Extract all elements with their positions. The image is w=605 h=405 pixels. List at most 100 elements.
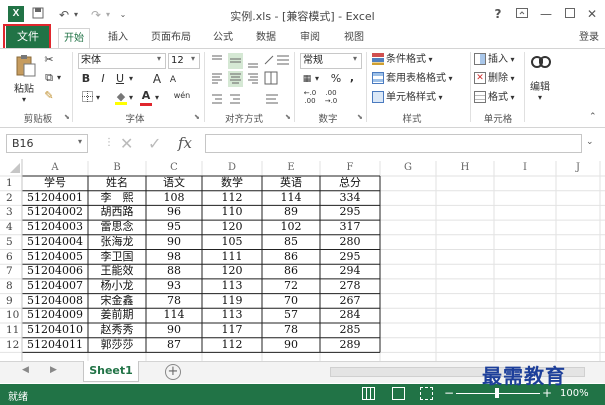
- cell-d2[interactable]: 112: [202, 191, 262, 206]
- new-sheet-button[interactable]: +: [165, 364, 181, 380]
- borders-dropdown-icon[interactable]: ▾: [95, 91, 101, 106]
- font-size-dropdown-arrow-icon[interactable]: ▾: [191, 54, 195, 63]
- cell-styles-button[interactable]: 单元格样式 ▾: [372, 90, 443, 105]
- column-header-d[interactable]: D: [202, 161, 262, 175]
- bold-button[interactable]: B: [80, 72, 92, 87]
- number-format-dropdown-arrow-icon[interactable]: ▾: [353, 54, 357, 63]
- accounting-dropdown-icon[interactable]: ▾: [314, 72, 320, 87]
- row-header[interactable]: 6: [2, 250, 22, 265]
- sheet-tab-sheet1[interactable]: Sheet1: [83, 361, 139, 382]
- cell-e4[interactable]: 102: [262, 220, 320, 235]
- ribbon-display-options-icon[interactable]: [510, 5, 534, 23]
- cell-e6[interactable]: 86: [262, 250, 320, 265]
- cell-b7[interactable]: 王能效: [88, 264, 146, 279]
- cell-b4[interactable]: 雷思念: [88, 220, 146, 235]
- fill-color-icon[interactable]: ◆: [114, 90, 128, 105]
- italic-button[interactable]: I: [97, 72, 109, 87]
- cell-c4[interactable]: 95: [146, 220, 202, 235]
- cell-a4[interactable]: 51204003: [22, 220, 88, 235]
- close-button[interactable]: ✕: [580, 5, 604, 23]
- scroll-sheets-right-icon[interactable]: ▶: [50, 365, 57, 375]
- name-box[interactable]: B16: [6, 134, 88, 153]
- cell-c10[interactable]: 114: [146, 308, 202, 323]
- cell-a3[interactable]: 51204002: [22, 205, 88, 220]
- conditional-formatting-button[interactable]: 条件格式 ▾: [372, 52, 433, 67]
- expand-formula-bar-icon[interactable]: ⌄: [586, 137, 594, 147]
- grow-font-button[interactable]: A: [152, 72, 162, 87]
- cell-d8[interactable]: 113: [202, 279, 262, 294]
- name-box-dropdown-icon[interactable]: ▾: [78, 137, 82, 146]
- cell-f1[interactable]: 总分: [320, 176, 380, 191]
- cell-f4[interactable]: 317: [320, 220, 380, 235]
- cell-b12[interactable]: 郭莎莎: [88, 338, 146, 353]
- cell-d12[interactable]: 112: [202, 338, 262, 353]
- row-header[interactable]: 8: [2, 279, 22, 294]
- row-header[interactable]: 4: [2, 220, 22, 235]
- cell-e8[interactable]: 72: [262, 279, 320, 294]
- row-header[interactable]: 7: [2, 264, 22, 279]
- font-color-dropdown-icon[interactable]: ▾: [154, 91, 160, 106]
- paste-dropdown-icon[interactable]: ▾: [22, 95, 26, 104]
- cell-f7[interactable]: 294: [320, 264, 380, 279]
- cell-e10[interactable]: 57: [262, 308, 320, 323]
- cell-c8[interactable]: 93: [146, 279, 202, 294]
- font-launcher-icon[interactable]: ⬊: [194, 113, 200, 121]
- cell-d1[interactable]: 数学: [202, 176, 262, 191]
- cell-f6[interactable]: 295: [320, 250, 380, 265]
- cell-f9[interactable]: 267: [320, 294, 380, 309]
- tab-home[interactable]: 开始: [58, 28, 90, 49]
- cell-e1[interactable]: 英语: [262, 176, 320, 191]
- row-header[interactable]: 5: [2, 235, 22, 250]
- increase-decimal-icon[interactable]: ←.0.00: [301, 89, 319, 105]
- tab-page-layout[interactable]: 页面布局: [146, 28, 196, 48]
- tab-review[interactable]: 审阅: [292, 28, 328, 48]
- copy-icon[interactable]: ⧉: [42, 71, 56, 86]
- underline-dropdown-icon[interactable]: ▾: [128, 72, 134, 87]
- scroll-sheets-left-icon[interactable]: ◀: [22, 365, 29, 375]
- cell-f12[interactable]: 289: [320, 338, 380, 353]
- copy-dropdown-icon[interactable]: ▾: [56, 71, 62, 86]
- select-all-corner[interactable]: [2, 161, 22, 175]
- cell-e5[interactable]: 85: [262, 235, 320, 250]
- cell-a1[interactable]: 学号: [22, 176, 88, 191]
- font-name-dropdown-arrow-icon[interactable]: ▾: [157, 54, 161, 63]
- cell-d4[interactable]: 120: [202, 220, 262, 235]
- tab-data[interactable]: 数据: [248, 28, 284, 48]
- cell-b11[interactable]: 赵秀秀: [88, 323, 146, 338]
- cell-a9[interactable]: 51204008: [22, 294, 88, 309]
- cell-e7[interactable]: 86: [262, 264, 320, 279]
- cell-c6[interactable]: 98: [146, 250, 202, 265]
- column-header-h[interactable]: H: [436, 161, 494, 175]
- number-launcher-icon[interactable]: ⬊: [357, 113, 363, 121]
- cell-c7[interactable]: 88: [146, 264, 202, 279]
- cell-d9[interactable]: 119: [202, 294, 262, 309]
- cell-f3[interactable]: 295: [320, 205, 380, 220]
- row-header[interactable]: 3: [2, 205, 22, 220]
- cell-f2[interactable]: 334: [320, 191, 380, 206]
- format-as-table-button[interactable]: 套用表格格式 ▾: [372, 71, 453, 86]
- cell-c12[interactable]: 87: [146, 338, 202, 353]
- column-header-a[interactable]: A: [22, 161, 88, 175]
- cell-a7[interactable]: 51204006: [22, 264, 88, 279]
- cell-a5[interactable]: 51204004: [22, 235, 88, 250]
- cell-e2[interactable]: 114: [262, 191, 320, 206]
- zoom-out-button[interactable]: −: [444, 386, 454, 400]
- row-header[interactable]: 10: [2, 308, 22, 323]
- cell-a8[interactable]: 51204007: [22, 279, 88, 294]
- column-header-e[interactable]: E: [262, 161, 320, 175]
- cancel-entry-icon[interactable]: ✕: [120, 134, 133, 153]
- cell-b5[interactable]: 张海龙: [88, 235, 146, 250]
- shrink-font-button[interactable]: A: [168, 73, 178, 88]
- cell-b9[interactable]: 宋金鑫: [88, 294, 146, 309]
- cell-d7[interactable]: 120: [202, 264, 262, 279]
- cell-b8[interactable]: 杨小龙: [88, 279, 146, 294]
- column-header-g[interactable]: G: [380, 161, 436, 175]
- accounting-format-icon[interactable]: ▦: [300, 72, 314, 87]
- font-color-button[interactable]: A: [140, 89, 152, 104]
- cell-e9[interactable]: 70: [262, 294, 320, 309]
- cell-b2[interactable]: 李 熙: [88, 191, 146, 206]
- cell-e11[interactable]: 78: [262, 323, 320, 338]
- help-button[interactable]: ?: [486, 5, 510, 23]
- cell-a6[interactable]: 51204005: [22, 250, 88, 265]
- percent-style-button[interactable]: %: [330, 72, 342, 87]
